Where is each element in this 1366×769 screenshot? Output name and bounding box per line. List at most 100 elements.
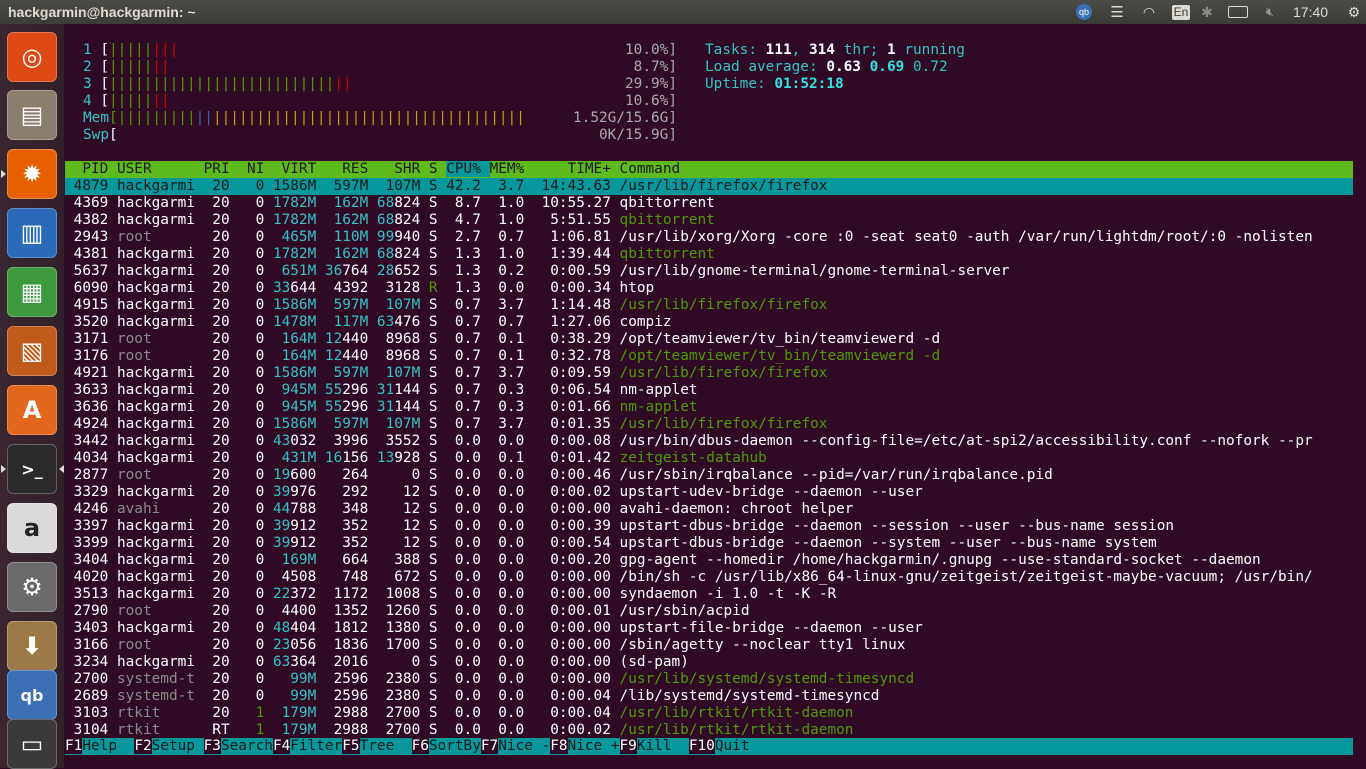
libreoffice-calc-icon[interactable]: ▦: [7, 267, 57, 317]
libreoffice-writer-icon[interactable]: ▥: [7, 208, 57, 258]
process-row[interactable]: 4034 hackgarmi 20 0 431M 16156 13928 S 0…: [65, 450, 1353, 467]
process-table-header[interactable]: PID USER PRI NI VIRT RES SHR S CPU% MEM%…: [65, 161, 1353, 178]
process-row[interactable]: 3403 hackgarmi 20 0 48404 1812 1380 S 0.…: [65, 620, 1353, 637]
process-row[interactable]: 3399 hackgarmi 20 0 39912 352 12 S 0.0 0…: [65, 535, 1353, 552]
fkey-f10[interactable]: F10Quit: [688, 738, 767, 754]
process-row[interactable]: 4915 hackgarmi 20 0 1586M 597M 107M S 0.…: [65, 297, 1353, 314]
libreoffice-impress-icon[interactable]: ▧: [7, 326, 57, 376]
process-row[interactable]: 4020 hackgarmi 20 0 4508 748 672 S 0.0 0…: [65, 569, 1353, 586]
cell-virt: 22372: [264, 586, 317, 602]
archive-manager-icon[interactable]: ⬇: [7, 621, 57, 671]
header-user[interactable]: USER: [117, 161, 204, 177]
cell-cpu: 8.7: [446, 195, 490, 211]
process-row[interactable]: 3329 hackgarmi 20 0 39976 292 12 S 0.0 0…: [65, 484, 1353, 501]
cell-thousands: 23: [264, 637, 291, 653]
fkey-f2[interactable]: F2Setup: [134, 738, 203, 754]
fkey-f9[interactable]: F9Kill: [619, 738, 689, 754]
process-row[interactable]: 4879 hackgarmi 20 0 1586M 597M 107M S 42…: [65, 178, 1353, 195]
fkey-f4[interactable]: F4Filter: [272, 738, 342, 754]
header-cpu[interactable]: CPU%: [446, 161, 490, 177]
process-row[interactable]: 3176 root 20 0 164M 12440 8968 S 0.7 0.1…: [65, 348, 1353, 365]
header-pid[interactable]: PID: [65, 161, 117, 177]
cell-pri: 20: [203, 399, 230, 415]
header-mem[interactable]: MEM%: [490, 161, 533, 177]
fkey-f1[interactable]: F1Help: [65, 738, 134, 754]
fkey-f8[interactable]: F8Nice +: [550, 738, 620, 754]
files-icon[interactable]: ▤: [7, 90, 57, 140]
messaging-menu-icon[interactable]: ☰: [1106, 3, 1128, 21]
cell-mem: 0.0: [489, 569, 533, 585]
cell-user: root: [116, 331, 204, 347]
header-res[interactable]: RES: [316, 161, 368, 177]
process-row[interactable]: 3513 hackgarmi 20 0 22372 1172 1008 S 0.…: [65, 586, 1353, 603]
ubuntu-dash-icon[interactable]: ◎: [7, 32, 57, 82]
process-row[interactable]: 2943 root 20 0 465M 110M 99940 S 2.7 0.7…: [65, 229, 1353, 246]
power-gear-icon[interactable]: ⚙: [1345, 3, 1363, 21]
process-row[interactable]: 3442 hackgarmi 20 0 43032 3996 3552 S 0.…: [65, 433, 1353, 450]
process-row[interactable]: 2689 systemd-t 20 0 99M 2596 2380 S 0.0 …: [65, 688, 1353, 705]
process-row[interactable]: 3171 root 20 0 164M 12440 8968 S 0.7 0.1…: [65, 331, 1353, 348]
cell-res: 1172: [316, 586, 369, 602]
process-row[interactable]: 3103 rtkit 20 1 179M 2988 2700 S 0.0 0.0…: [65, 705, 1353, 722]
process-row[interactable]: 3404 hackgarmi 20 0 169M 664 388 S 0.0 0…: [65, 552, 1353, 569]
cell-shr: 28652: [368, 263, 421, 279]
cell-thousands: 12: [316, 348, 343, 364]
process-row[interactable]: 4246 avahi 20 0 44788 348 12 S 0.0 0.0 0…: [65, 501, 1353, 518]
process-row[interactable]: 2790 root 20 0 4400 1352 1260 S 0.0 0.0 …: [65, 603, 1353, 620]
cell-res: 1812: [316, 620, 369, 636]
cell-time: 0:00.00: [532, 586, 620, 602]
process-row[interactable]: 4921 hackgarmi 20 0 1586M 597M 107M S 0.…: [65, 365, 1353, 382]
process-row[interactable]: 2700 systemd-t 20 0 99M 2596 2380 S 0.0 …: [65, 671, 1353, 688]
header-time[interactable]: TIME+: [533, 161, 620, 177]
process-row[interactable]: 3397 hackgarmi 20 0 39912 352 12 S 0.0 0…: [65, 518, 1353, 535]
swap-meter-value: 0K/15.9G]: [599, 127, 677, 143]
volume-muted-icon[interactable]: 🔇︎: [1260, 3, 1280, 21]
software-center-icon[interactable]: A: [7, 385, 57, 435]
bluetooth-icon[interactable]: ✱: [1198, 3, 1216, 21]
process-row[interactable]: 5637 hackgarmi 20 0 651M 36764 28652 S 1…: [65, 263, 1353, 280]
process-row[interactable]: 2877 root 20 0 19600 264 0 S 0.0 0.0 0:0…: [65, 467, 1353, 484]
header-cmd[interactable]: Command: [620, 161, 681, 177]
process-row[interactable]: 3104 rtkit RT 1 179M 2988 2700 S 0.0 0.0…: [65, 722, 1353, 739]
system-settings-icon[interactable]: ⚙: [7, 562, 57, 612]
qbittorrent-tray-icon[interactable]: qb: [1073, 3, 1095, 21]
qbittorrent-icon[interactable]: qb: [7, 670, 57, 720]
mem-meter-value: 1.52G/15.6G]: [573, 110, 677, 126]
header-pri[interactable]: PRI: [204, 161, 230, 177]
cell-thousands: 55: [316, 399, 343, 415]
process-row[interactable]: 4924 hackgarmi 20 0 1586M 597M 107M S 0.…: [65, 416, 1353, 433]
keyboard-layout-indicator[interactable]: En: [1170, 3, 1192, 21]
cell-res: 748: [316, 569, 369, 585]
process-row[interactable]: 3166 root 20 0 23056 1836 1700 S 0.0 0.0…: [65, 637, 1353, 654]
process-row[interactable]: 4369 hackgarmi 20 0 1782M 162M 68824 S 8…: [65, 195, 1353, 212]
cell-pid: 2877: [65, 467, 117, 483]
process-row[interactable]: 3633 hackgarmi 20 0 945M 55296 31144 S 0…: [65, 382, 1353, 399]
process-row[interactable]: 3636 hackgarmi 20 0 945M 55296 31144 S 0…: [65, 399, 1353, 416]
header-ni[interactable]: NI: [230, 161, 264, 177]
fkey-f5[interactable]: F5Tree: [342, 738, 411, 754]
cell-mem: 0.1: [489, 331, 533, 347]
process-row[interactable]: 3234 hackgarmi 20 0 63364 2016 0 S 0.0 0…: [65, 654, 1353, 671]
cell-cpu: 42.2: [446, 178, 490, 194]
header-s[interactable]: S: [420, 161, 446, 177]
process-row[interactable]: 3520 hackgarmi 20 0 1478M 117M 63476 S 0…: [65, 314, 1353, 331]
cell-shr: 31144: [368, 399, 421, 415]
fkey-f3[interactable]: F3Search: [203, 738, 273, 754]
fkey-f6[interactable]: F6SortBy: [411, 738, 481, 754]
process-row[interactable]: 4381 hackgarmi 20 0 1782M 162M 68824 S 1…: [65, 246, 1353, 263]
header-shr[interactable]: SHR: [368, 161, 420, 177]
wifi-icon[interactable]: ◠: [1138, 3, 1160, 21]
process-row[interactable]: 4382 hackgarmi 20 0 1782M 162M 68824 S 4…: [65, 212, 1353, 229]
terminal-htop[interactable]: 1 [|||||||| 10.0%] 2 [||||||| 8.7%] 3 [|||||…: [65, 24, 1366, 768]
process-row[interactable]: 6090 hackgarmi 20 0 33644 4392 3128 R 1.…: [65, 280, 1353, 297]
firefox-icon[interactable]: ✹: [7, 149, 57, 199]
clock[interactable]: 17:40: [1293, 4, 1328, 20]
terminal-icon[interactable]: >_: [7, 444, 57, 494]
amazon-icon[interactable]: a: [7, 503, 57, 553]
header-virt[interactable]: VIRT: [264, 161, 317, 177]
fkey-f7[interactable]: F7Nice -: [480, 738, 550, 754]
load-5min: 0.69: [869, 59, 905, 75]
printer-icon[interactable]: ▭: [7, 719, 57, 769]
cell-thousands: 48: [264, 620, 291, 636]
battery-icon[interactable]: [1226, 3, 1250, 21]
